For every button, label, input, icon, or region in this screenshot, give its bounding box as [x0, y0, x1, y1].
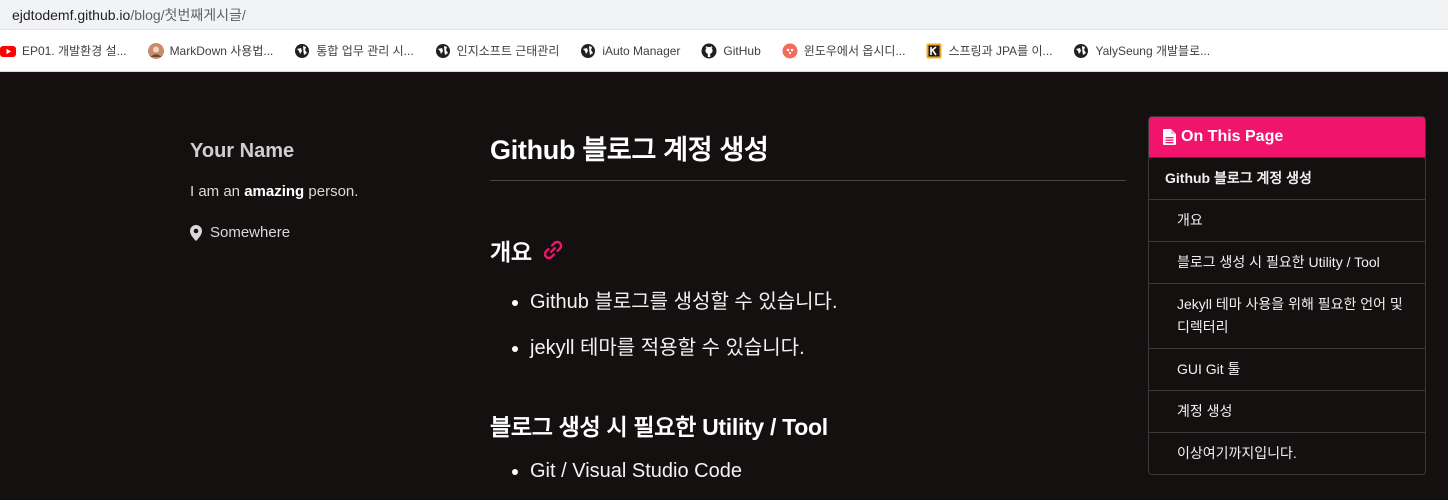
map-marker-icon: [190, 224, 202, 241]
bookmark-markdown[interactable]: MarkDown 사용법...: [147, 42, 274, 59]
obsidian-icon: [782, 43, 798, 58]
bookmark-label: 인지소프트 근태관리: [456, 44, 560, 58]
toc-item-end[interactable]: 이상여기까지입니다.: [1149, 432, 1425, 474]
toc-item-overview[interactable]: 개요: [1149, 199, 1425, 241]
bookmark-github[interactable]: GitHub: [701, 43, 761, 59]
bookmark-label: YalySeung 개발블로...: [1095, 44, 1211, 58]
bookmark-attendance[interactable]: 인지소프트 근태관리: [435, 42, 560, 59]
file-icon: [1163, 129, 1176, 145]
toc-header: On This Page: [1149, 117, 1425, 157]
bookmark-label: GitHub: [723, 43, 761, 58]
section-heading-overview: 개요: [490, 233, 1126, 267]
bookmark-label: iAuto Manager: [602, 43, 681, 58]
overview-list: Github 블로그를 생성할 수 있습니다. jekyll 테마를 적용할 수…: [490, 285, 1126, 360]
tools-list: Git / Visual Studio Code: [490, 460, 1126, 483]
location-text: Somewhere: [210, 224, 291, 241]
bookmark-integrated[interactable]: 통합 업무 관리 시...: [294, 42, 414, 59]
url-path: /blog/첫번째게시글/: [130, 6, 246, 23]
bookmark-obsidian[interactable]: 윈도우에서 옵시디...: [782, 42, 906, 59]
author-bio: I am an amazing person.: [190, 183, 359, 200]
globe-icon: [1074, 43, 1089, 58]
link-icon[interactable]: [542, 239, 564, 261]
bookmark-label: EP01. 개발환경 설...: [22, 44, 127, 58]
author-profile: Your Name I am an amazing person. Somewh…: [190, 140, 450, 241]
bio-emphasis: amazing: [244, 183, 305, 200]
toc-item-gui-git[interactable]: GUI Git 툴: [1149, 348, 1425, 390]
bookmark-label: 윈도우에서 옵시디...: [803, 44, 906, 58]
github-icon: [701, 43, 717, 58]
toc-item-jekyll-theme[interactable]: Jekyll 테마 사용을 위해 필요한 언어 및 디렉터리: [1149, 283, 1425, 348]
post-content: Github 블로그 계정 생성 개요 Github 블로그를 생성할 수 있습…: [490, 128, 1126, 500]
globe-icon: [581, 43, 596, 58]
list-item: Git / Visual Studio Code: [530, 460, 1126, 483]
toc-item-utility-tool[interactable]: 블로그 생성 시 필요한 Utility / Tool: [1149, 241, 1425, 283]
table-of-contents: On This Page Github 블로그 계정 생성 개요 블로그 생성 …: [1148, 116, 1426, 475]
bookmark-ep01[interactable]: EP01. 개발환경 설...: [0, 42, 127, 59]
bookmark-label: 통합 업무 관리 시...: [316, 44, 414, 58]
toc-title: On This Page: [1181, 128, 1284, 145]
globe-icon: [295, 43, 310, 58]
section-heading-tools: 블로그 생성 시 필요한 Utility / Tool: [490, 414, 828, 440]
bookmarks-bar: EP01. 개발환경 설... MarkDown 사용법... 통합 업무 관리…: [0, 30, 1448, 72]
toc-item-github-account[interactable]: Github 블로그 계정 생성: [1149, 157, 1425, 199]
globe-icon: [435, 43, 450, 58]
author-location: Somewhere: [190, 224, 450, 241]
bookmark-iauto[interactable]: iAuto Manager: [580, 43, 680, 59]
bookmark-yalyseung[interactable]: YalySeung 개발블로...: [1073, 42, 1210, 59]
youtube-icon: [0, 45, 16, 57]
bookmark-label: 스프링과 JPA를 이...: [948, 44, 1053, 58]
url-host: ejdtodemf.github.io: [12, 6, 131, 23]
post-title: Github 블로그 계정 생성: [490, 128, 1126, 181]
bookmark-spring-jpa[interactable]: 스프링과 JPA를 이...: [926, 42, 1052, 59]
k-icon: [926, 43, 942, 58]
page-content: Your Name I am an amazing person. Somewh…: [0, 72, 1448, 494]
author-name: Your Name: [190, 140, 295, 162]
toc-item-create-account[interactable]: 계정 생성: [1149, 390, 1425, 432]
address-bar[interactable]: ejdtodemf.github.io/blog/첫번째게시글/: [0, 0, 1448, 30]
bookmark-label: MarkDown 사용법...: [169, 44, 274, 58]
list-item: Github 블로그를 생성할 수 있습니다.: [530, 285, 1126, 314]
list-item: jekyll 테마를 적용할 수 있습니다.: [530, 331, 1126, 360]
avatar-icon: [147, 42, 164, 59]
